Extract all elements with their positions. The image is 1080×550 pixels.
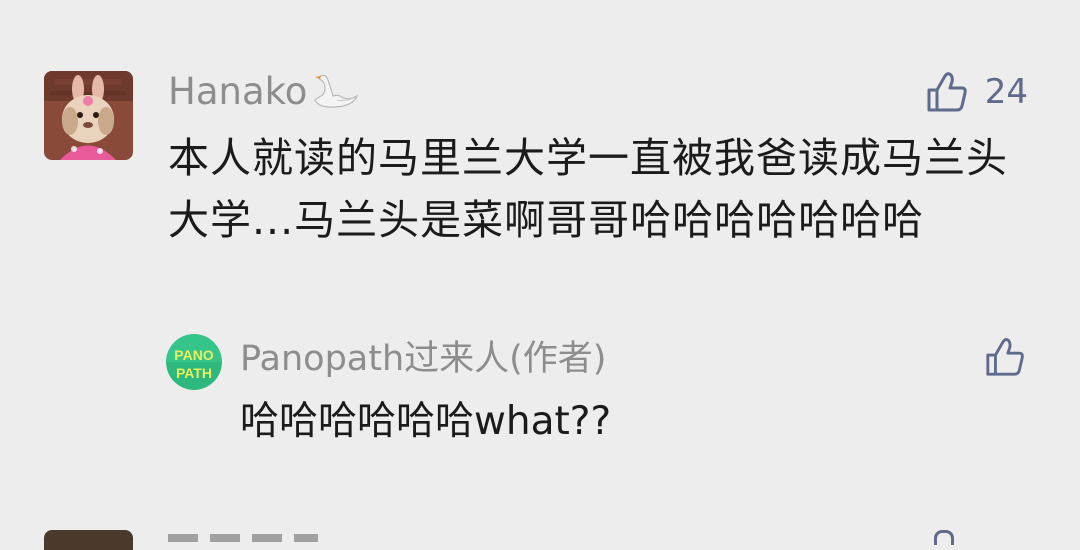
comment-username[interactable]: Hanako xyxy=(168,66,359,124)
swan-icon xyxy=(309,72,359,124)
reply-username[interactable]: Panopath过来人(作者) xyxy=(240,334,606,384)
reply: PANO PATH Panopath过来人(作者) 哈哈哈哈哈哈what?? xyxy=(0,330,1080,460)
avatar-text-top: PANO xyxy=(174,347,214,363)
comment-text: 本人就读的马里兰大学一直被我爸读成马兰头大学...马兰头是菜啊哥哥哈哈哈哈哈哈哈 xyxy=(168,134,1008,244)
next-comment-avatar[interactable] xyxy=(44,530,133,550)
thumbs-up-icon xyxy=(984,336,1026,382)
next-comment-like-icon[interactable] xyxy=(934,530,954,545)
author-avatar[interactable]: PANO PATH xyxy=(166,334,222,390)
like-count: 24 xyxy=(984,72,1028,112)
comment: Hanako 24 本人就读的马里兰大学一直被我爸读成马兰头大学...马兰头是菜… xyxy=(0,0,1080,520)
user-avatar[interactable] xyxy=(44,71,133,160)
thumbs-up-icon xyxy=(925,70,969,114)
reply-like-button[interactable] xyxy=(984,334,1026,384)
avatar-text-bottom: PATH xyxy=(176,365,212,381)
comment-like-button[interactable]: 24 xyxy=(925,66,1028,118)
next-comment-username xyxy=(168,534,318,542)
username-text: Hanako xyxy=(168,70,308,113)
reply-text: 哈哈哈哈哈哈what?? xyxy=(240,399,612,444)
